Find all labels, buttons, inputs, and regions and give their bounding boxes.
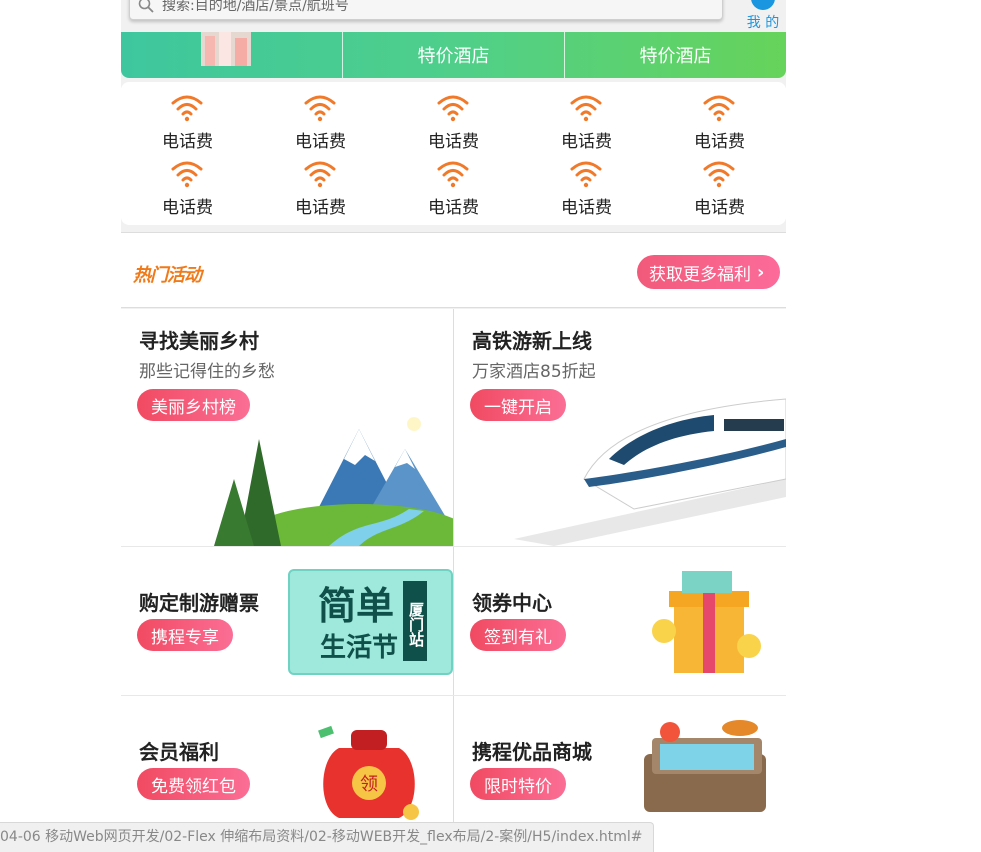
card-subtitle: 那些记得住的乡愁	[139, 362, 275, 382]
card-button[interactable]: 签到有礼	[470, 619, 566, 651]
mine-button[interactable]: 我 的	[743, 0, 783, 32]
gift-box-icon	[652, 571, 761, 673]
wifi-icon	[304, 95, 336, 122]
hot-activity-title: 热门活动	[133, 265, 202, 286]
search-icon	[138, 0, 154, 13]
more-benefits-label: 获取更多福利	[649, 264, 751, 285]
grid-item-phone-bill[interactable]: 电话费	[520, 84, 653, 152]
grid-item-phone-bill[interactable]: 电话费	[254, 150, 387, 218]
card-title: 购定制游赠票	[139, 591, 259, 615]
card-title: 携程优品商城	[472, 740, 592, 764]
grid-item-phone-bill[interactable]: 电话费	[121, 150, 254, 218]
status-url: 04-06 移动Web网页开发/02-Flex 伸缩布局资料/02-移动WEB开…	[0, 822, 654, 852]
mine-label: 我 的	[746, 15, 780, 31]
search-input[interactable]: 搜索:目的地/酒店/景点/航班号	[129, 0, 723, 20]
ticket-side-text: 厦门站	[403, 581, 427, 661]
wifi-icon	[171, 95, 203, 122]
card-custom-tour[interactable]: 购定制游赠票 携程专享 简单 生活节 厦门站	[121, 547, 453, 695]
grid-item-label: 电话费	[428, 132, 479, 152]
grid-item-phone-bill[interactable]: 电话费	[653, 150, 786, 218]
travel-suitcase-icon	[644, 720, 766, 812]
hotel-banner: 特价酒店 特价酒店	[121, 32, 786, 78]
card-title: 高铁游新上线	[472, 329, 592, 353]
activity-cards: 寻找美丽乡村 那些记得住的乡愁 美丽乡村榜 高铁游新上线 万家酒店85折起 一键…	[121, 309, 786, 852]
grid-item-phone-bill[interactable]: 电话费	[254, 84, 387, 152]
grid-item-label: 电话费	[162, 132, 213, 152]
grid-item-phone-bill[interactable]: 电话费	[520, 150, 653, 218]
grid-item-phone-bill[interactable]: 电话费	[653, 84, 786, 152]
banner-item-special-hotel[interactable]: 特价酒店	[342, 32, 564, 78]
more-benefits-button[interactable]: 获取更多福利 ›	[637, 255, 780, 289]
grid-item-label: 电话费	[295, 132, 346, 152]
grid-item-label: 电话费	[694, 198, 745, 218]
grid-item-label: 电话费	[295, 198, 346, 218]
card-village[interactable]: 寻找美丽乡村 那些记得住的乡愁 美丽乡村榜	[121, 309, 453, 546]
chevron-right-icon: ›	[757, 261, 765, 283]
banner-item-special-hotel-2[interactable]: 特价酒店	[564, 32, 786, 78]
ticket-image: 简单 生活节 厦门站	[288, 569, 453, 675]
user-icon	[751, 0, 775, 10]
grid-item-phone-bill[interactable]: 电话费	[387, 150, 520, 218]
card-coupon-center[interactable]: 领券中心 签到有礼	[454, 547, 786, 695]
card-button[interactable]: 携程专享	[137, 619, 233, 651]
service-grid: 电话费 电话费 电话费 电话费 电话费 电话费 电话费 电话费 电话费 电话费	[121, 82, 786, 225]
grid-item-label: 电话费	[694, 132, 745, 152]
grid-item-label: 电话费	[561, 132, 612, 152]
wifi-icon	[570, 161, 602, 188]
red-envelope-bag-icon: 领	[318, 725, 419, 820]
banner-item-hotel[interactable]	[121, 32, 342, 78]
wifi-icon	[570, 95, 602, 122]
grid-item-label: 电话费	[162, 198, 213, 218]
wifi-icon	[703, 161, 735, 188]
wifi-icon	[171, 161, 203, 188]
wifi-icon	[437, 95, 469, 122]
card-title: 领券中心	[472, 591, 552, 615]
hot-activity-header: 热门活动 获取更多福利 ›	[121, 232, 786, 308]
search-placeholder: 搜索:目的地/酒店/景点/航班号	[162, 0, 349, 14]
grid-item-phone-bill[interactable]: 电话费	[121, 84, 254, 152]
card-button[interactable]: 免费领红包	[137, 768, 250, 800]
card-title: 寻找美丽乡村	[139, 329, 259, 353]
mountain-landscape-icon	[214, 417, 453, 546]
bullet-train-icon	[514, 398, 786, 546]
card-train[interactable]: 高铁游新上线 万家酒店85折起 一键开启	[454, 309, 786, 546]
ticket-mid-text: 生活节	[320, 633, 399, 663]
hotel-building-icon	[201, 32, 251, 66]
wifi-icon	[437, 161, 469, 188]
ticket-big-text: 简单	[318, 584, 395, 628]
card-title: 会员福利	[139, 740, 219, 764]
bag-label: 领	[360, 774, 378, 795]
grid-item-phone-bill[interactable]: 电话费	[387, 84, 520, 152]
grid-item-label: 电话费	[561, 198, 612, 218]
card-button[interactable]: 限时特价	[470, 768, 566, 800]
app-container: 搜索:目的地/酒店/景点/航班号 我 的 特价酒店 特价酒店 电话费 电话费 电话费…	[121, 0, 786, 852]
grid-item-label: 电话费	[428, 198, 479, 218]
wifi-icon	[703, 95, 735, 122]
wifi-icon	[304, 161, 336, 188]
